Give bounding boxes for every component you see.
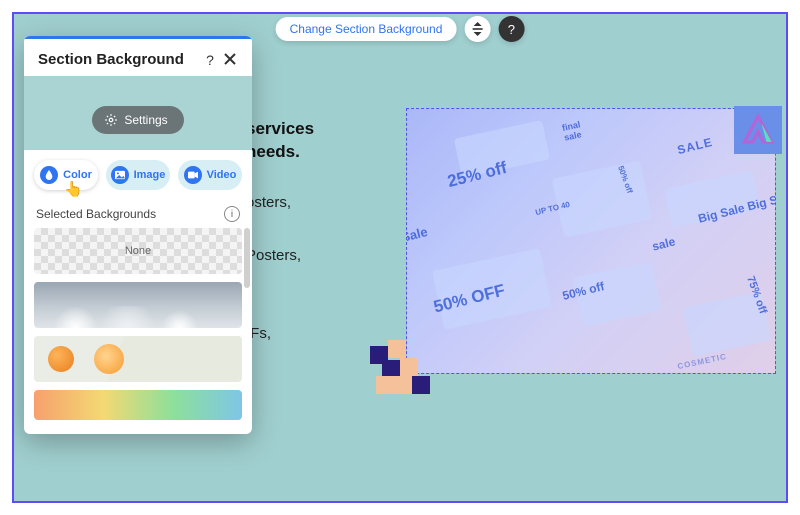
section-background-panel: Section Background ? Settings Color 👆 [24,36,252,434]
editor-canvas: Change Section Background ? services nee… [12,12,788,503]
droplet-icon [40,166,58,184]
triangle-logo-icon [741,113,775,147]
thumb-none[interactable]: None [34,228,242,274]
section-floating-toolbar: Change Section Background ? [276,16,525,42]
panel-close-button[interactable] [220,52,240,68]
stretch-section-button[interactable] [464,16,490,42]
thumb-gradient[interactable] [34,390,242,420]
settings-button-label: Settings [124,113,167,127]
hero-label-final-sale: final sale [561,119,583,142]
tab-video[interactable]: Video [178,160,242,190]
info-icon[interactable]: i [224,206,240,222]
change-section-background-button[interactable]: Change Section Background [276,17,457,41]
stretch-icon [471,22,483,36]
corner-logo [734,106,782,154]
hero-image: final sale 25% off SALE Big Sale Big Sal… [407,109,775,373]
hero-image-frame[interactable]: final sale 25% off SALE Big Sale Big Sal… [406,108,776,374]
help-icon: ? [508,22,515,37]
gear-icon [104,113,118,127]
tab-color[interactable]: Color 👆 [34,160,98,190]
section-body-text: osters, Posters, , IFs, [246,190,301,348]
thumb-mountains[interactable] [34,282,242,328]
image-icon [111,166,129,184]
decorative-pixel-cluster [370,340,440,400]
scrollbar[interactable] [244,228,250,288]
selected-backgrounds-label: Selected Backgrounds [36,207,156,221]
hero-label-sale-small: sale [651,234,677,253]
selected-backgrounds-header: Selected Backgrounds i [24,200,252,228]
panel-preview-area: Settings [24,76,252,150]
tab-image-label: Image [134,169,166,181]
thumb-oranges[interactable] [34,336,242,382]
help-button[interactable]: ? [498,16,524,42]
panel-title: Section Background [38,51,200,68]
background-thumbnails: None [24,228,252,434]
change-section-background-label: Change Section Background [290,22,443,36]
section-heading: services needs. [246,118,314,164]
panel-help-button[interactable]: ? [200,52,220,68]
background-type-tabs: Color 👆 Image Video [24,150,252,200]
tab-video-label: Video [207,169,237,181]
cursor-hand-icon: 👆 [64,180,83,198]
tab-image[interactable]: Image [106,160,170,190]
settings-button[interactable]: Settings [92,106,183,134]
panel-header: Section Background ? [24,39,252,76]
thumb-none-label: None [125,245,151,257]
hero-label-sale-left: Sale [407,224,429,245]
hero-label-sale: SALE [676,135,714,157]
close-icon [224,53,236,65]
video-icon [184,166,202,184]
